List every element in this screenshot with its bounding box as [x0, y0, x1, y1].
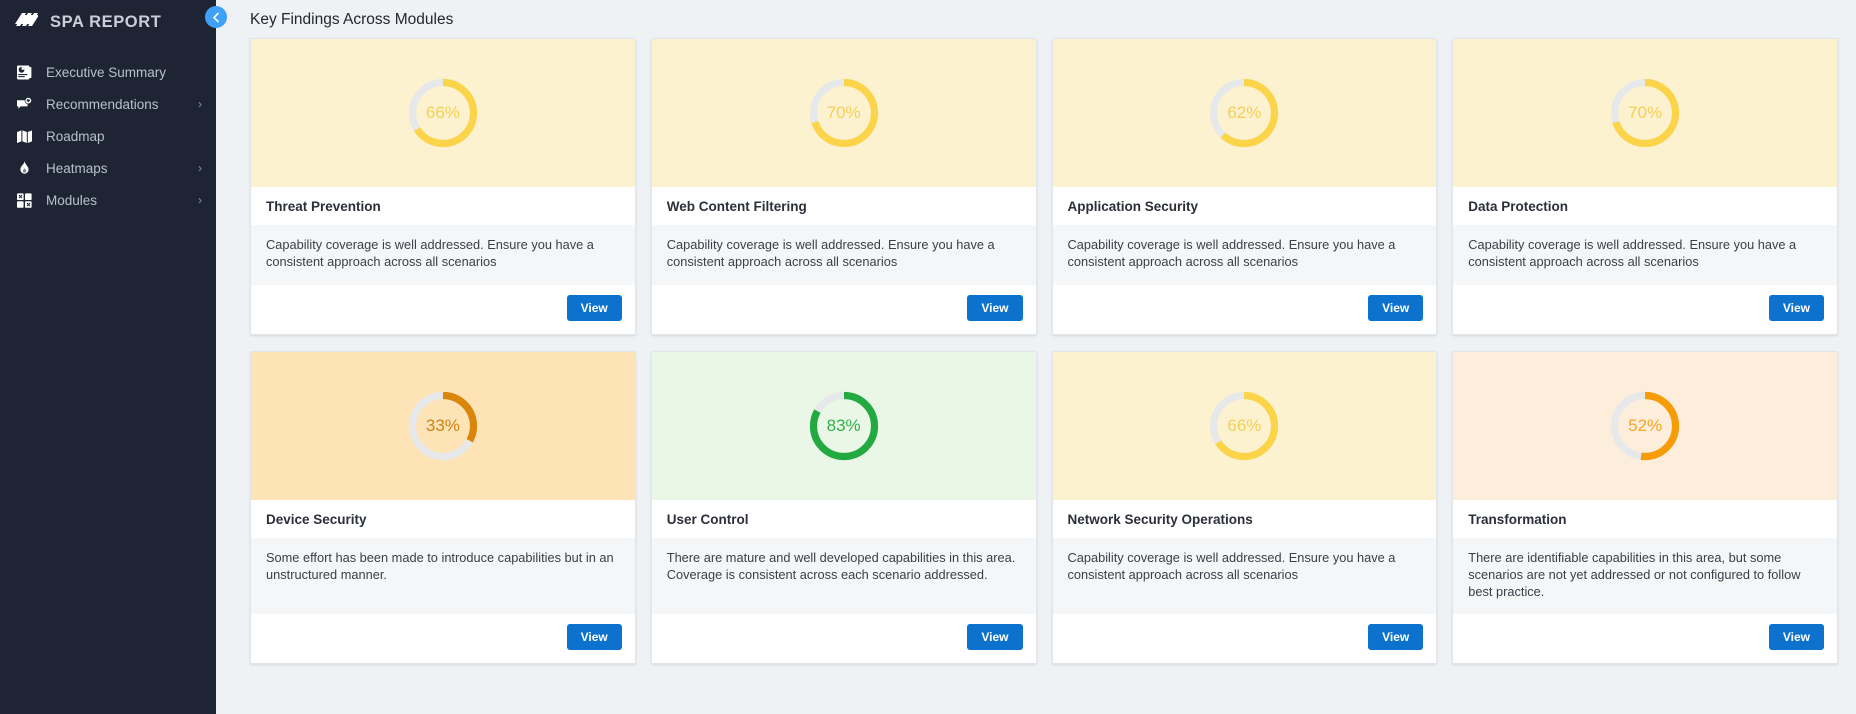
progress-donut-icon: 33%: [405, 388, 481, 464]
card-footer: View: [651, 614, 1036, 664]
card-gauge-banner: 70%: [1453, 39, 1837, 187]
view-button[interactable]: View: [566, 624, 622, 651]
finding-card: 66% Network Security Operations Capability…: [1051, 350, 1438, 665]
progress-donut-icon: 52%: [1607, 388, 1683, 464]
finding-card: 33% Device Security Some effort has been m…: [250, 350, 636, 665]
view-button[interactable]: View: [566, 294, 622, 321]
card-description: Some effort has been made to introduce c…: [251, 537, 635, 615]
card-title: Device Security: [251, 499, 635, 538]
sidebar-item-executive-summary[interactable]: Executive Summary: [0, 56, 216, 88]
progress-donut-icon: 70%: [806, 75, 882, 151]
map-icon: [16, 128, 38, 145]
page-title: Key Findings Across Modules: [250, 11, 454, 28]
progress-donut-icon: 70%: [1607, 75, 1683, 151]
view-button[interactable]: View: [967, 294, 1023, 321]
progress-donut-icon: 66%: [405, 75, 481, 151]
progress-donut-icon: 62%: [1206, 75, 1282, 151]
view-button[interactable]: View: [1368, 624, 1424, 651]
chevron-right-icon: ›: [198, 161, 202, 175]
card-title: Network Security Operations: [1052, 499, 1437, 538]
gauge-percent-label: 66%: [1227, 415, 1262, 435]
sidebar-item-roadmap[interactable]: Roadmap: [0, 120, 216, 152]
flame-icon: [16, 160, 38, 177]
card-description: Capability coverage is well addressed. E…: [1052, 537, 1437, 615]
gauge-percent-label: 52%: [1628, 415, 1663, 435]
card-description: Capability coverage is well addressed. E…: [251, 225, 635, 285]
app-root: SPA REPORT Executive Summary Recommendat…: [0, 0, 1856, 714]
sidebar-nav: Executive Summary Recommendations › Road…: [0, 56, 216, 216]
brand-title: SPA REPORT: [50, 12, 162, 31]
sidebar-item-label: Heatmaps: [46, 160, 108, 176]
card-title: User Control: [651, 499, 1036, 538]
finding-card: 52% Transformation There are identifiable …: [1452, 350, 1838, 665]
card-title: Data Protection: [1453, 187, 1837, 225]
sidebar-item-heatmaps[interactable]: Heatmaps ›: [0, 152, 216, 184]
gauge-percent-label: 62%: [1227, 103, 1262, 122]
card-footer: View: [1453, 614, 1837, 664]
card-footer: View: [251, 284, 635, 334]
card-description: There are mature and well developed capa…: [651, 537, 1036, 615]
view-button[interactable]: View: [967, 624, 1023, 651]
gauge-percent-label: 70%: [1628, 103, 1663, 122]
card-description: Capability coverage is well addressed. E…: [651, 225, 1036, 285]
card-description: Capability coverage is well addressed. E…: [1453, 225, 1837, 285]
finding-card: 66% Threat Prevention Capability coverage …: [250, 38, 636, 335]
progress-donut-icon: 83%: [806, 388, 882, 464]
card-gauge-banner: 83%: [651, 351, 1036, 500]
card-footer: View: [1052, 284, 1437, 334]
sidebar: SPA REPORT Executive Summary Recommendat…: [0, 0, 227, 714]
findings-card-grid: 66% Threat Prevention Capability coverage …: [250, 38, 1838, 665]
card-gauge-banner: 52%: [1453, 351, 1837, 500]
progress-donut-icon: 66%: [1206, 388, 1282, 464]
sidebar-collapse-button[interactable]: [205, 6, 227, 28]
main-content: Key Findings Across Modules 66% Threat Pr…: [216, 0, 1856, 714]
card-gauge-banner: 33%: [251, 351, 635, 500]
slanted-bars-logo-icon: [12, 9, 38, 35]
card-footer: View: [651, 284, 1036, 334]
finding-card: 70% Web Content Filtering Capability cover…: [650, 38, 1037, 335]
sidebar-item-label: Roadmap: [46, 128, 105, 144]
card-gauge-banner: 62%: [1052, 39, 1437, 187]
card-gauge-banner: 66%: [251, 39, 635, 187]
brand: SPA REPORT: [0, 0, 216, 44]
puzzle-grid-icon: [16, 192, 38, 209]
card-description: Capability coverage is well addressed. E…: [1052, 225, 1437, 285]
sidebar-item-label: Recommendations: [46, 96, 159, 112]
finding-card: 83% User Control There are mature and well…: [650, 350, 1037, 665]
gauge-percent-label: 70%: [826, 103, 861, 122]
card-footer: View: [1453, 284, 1837, 334]
view-button[interactable]: View: [1368, 294, 1424, 321]
card-title: Transformation: [1453, 499, 1837, 538]
sidebar-item-recommendations[interactable]: Recommendations ›: [0, 88, 216, 120]
card-description: There are identifiable capabilities in t…: [1453, 537, 1837, 615]
sidebar-item-label: Modules: [46, 192, 98, 208]
card-title: Threat Prevention: [251, 187, 635, 225]
gauge-percent-label: 66%: [425, 103, 460, 122]
card-title: Application Security: [1052, 187, 1437, 225]
view-button[interactable]: View: [1768, 294, 1824, 321]
sidebar-item-label: Executive Summary: [46, 64, 167, 80]
chevron-left-icon: [212, 12, 219, 22]
gauge-percent-label: 33%: [425, 415, 460, 435]
report-chart-icon: [16, 64, 38, 81]
chevron-right-icon: ›: [198, 193, 202, 207]
card-gauge-banner: 70%: [651, 39, 1036, 187]
view-button[interactable]: View: [1768, 624, 1824, 651]
card-footer: View: [1052, 614, 1437, 664]
finding-card: 62% Application Security Capability covera…: [1051, 38, 1438, 335]
card-title: Web Content Filtering: [651, 187, 1036, 225]
recommendation-badge-icon: [16, 96, 38, 113]
card-gauge-banner: 66%: [1052, 351, 1437, 500]
finding-card: 70% Data Protection Capability coverage is…: [1452, 38, 1838, 335]
card-footer: View: [251, 614, 635, 664]
gauge-percent-label: 83%: [826, 415, 861, 435]
sidebar-item-modules[interactable]: Modules ›: [0, 184, 216, 216]
chevron-right-icon: ›: [198, 97, 202, 111]
